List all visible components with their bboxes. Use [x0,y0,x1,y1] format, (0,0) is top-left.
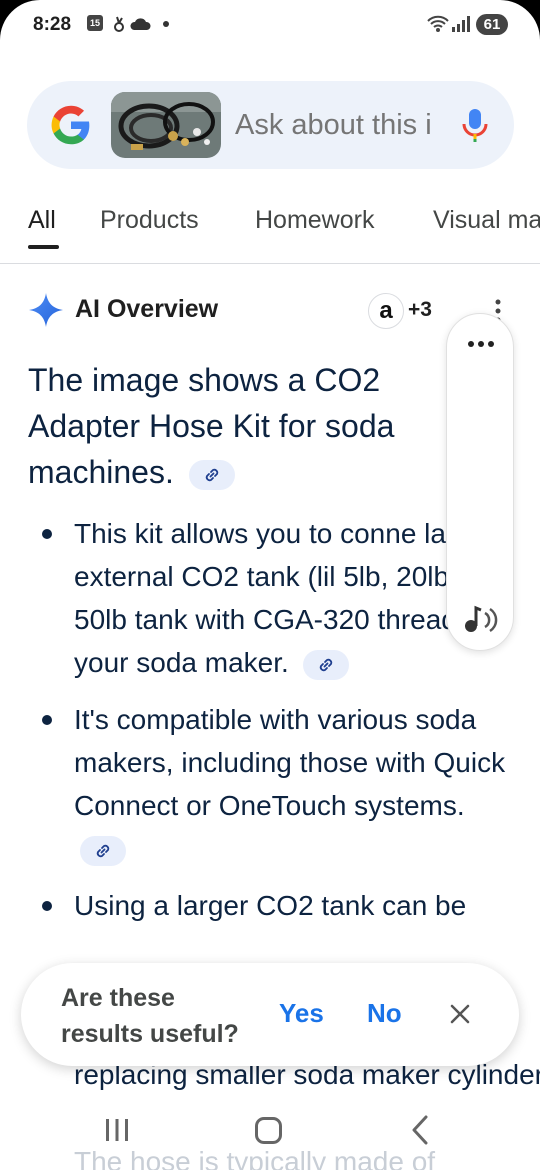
active-tab-indicator [28,245,59,249]
back-icon[interactable] [408,1114,432,1146]
feedback-no-button[interactable]: No [367,998,402,1029]
feedback-prompt: Are these results useful? Yes No [21,963,519,1066]
search-tabs: All Products Homework Visual ma [0,190,540,264]
google-g-icon [51,105,90,145]
sparkle-icon [29,293,63,327]
signal-icon [451,15,471,33]
citation-link-button[interactable] [188,459,235,490]
ai-bullet-list: This kit allows you to conne large, exte… [40,512,510,941]
tab-homework[interactable]: Homework [255,206,374,235]
ai-overview-title: AI Overview [75,295,219,323]
citation-link-button[interactable] [302,649,349,680]
more-horizontal-icon[interactable] [467,340,495,348]
tab-visual-matches[interactable]: Visual ma [433,206,540,235]
link-icon [96,844,110,857]
amazon-letter: a [379,297,393,324]
mic-icon[interactable] [455,105,495,145]
calendar-icon: 15 [87,15,103,31]
link-icon [319,658,332,671]
tab-all[interactable]: All [28,206,56,235]
read-aloud-icon[interactable] [459,602,503,636]
status-bar: 8:28 15 61 [0,0,540,52]
dot-icon [161,15,171,33]
close-icon[interactable] [447,1001,473,1027]
floating-read-aloud-panel[interactable] [446,313,514,651]
notification-icon [113,15,125,33]
list-item: It's compatible with various soda makers… [40,698,510,870]
screen: 8:28 15 61 Ask about this i All Products… [0,0,540,1170]
link-icon [205,468,218,481]
battery-indicator: 61 [476,14,508,35]
cloud-icon [128,15,152,33]
list-item: Using a larger CO2 tank can be [40,884,510,927]
amazon-source-icon[interactable]: a [368,293,404,329]
feedback-question: Are these results useful? [61,984,239,1048]
search-bar[interactable] [27,81,514,169]
list-item: This kit allows you to conne large, exte… [40,512,510,684]
ai-summary: The image shows a CO2 Adapter Hose Kit f… [28,357,458,495]
wifi-icon [427,15,449,33]
feedback-yes-button[interactable]: Yes [279,998,324,1029]
status-time: 8:28 [33,14,72,35]
partial-text-line-faded: The hose is typically made of [74,1146,436,1170]
search-input[interactable] [235,107,451,143]
home-button[interactable] [255,1117,282,1144]
recent-apps-icon[interactable] [103,1117,131,1143]
source-count[interactable]: +3 [408,298,432,322]
citation-link-button[interactable] [80,835,126,866]
tab-products[interactable]: Products [100,206,199,235]
query-image-thumbnail[interactable] [111,92,221,158]
